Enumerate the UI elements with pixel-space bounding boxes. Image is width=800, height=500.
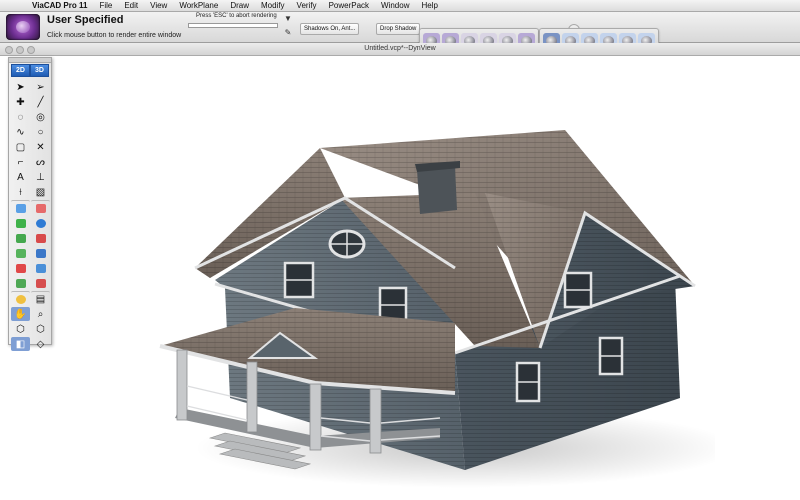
select-outline-arrow-icon[interactable]: ➢ bbox=[31, 80, 50, 94]
spline-icon[interactable]: ᔕ bbox=[31, 155, 50, 169]
extrude-icon[interactable] bbox=[11, 216, 30, 230]
point-icon[interactable]: ✚ bbox=[11, 95, 30, 109]
ellipse-icon[interactable]: ◎ bbox=[31, 110, 50, 124]
hatch-icon[interactable]: ▧ bbox=[31, 185, 50, 199]
select-arrow-icon[interactable]: ➤ bbox=[11, 80, 30, 94]
render-camera-icon[interactable] bbox=[6, 14, 40, 40]
menu-draw[interactable]: Draw bbox=[224, 0, 255, 11]
menu-file[interactable]: File bbox=[93, 0, 118, 11]
leader-icon[interactable]: ⟊ bbox=[11, 185, 30, 199]
pan-hand-icon[interactable]: ✋ bbox=[11, 307, 30, 321]
tool-palette: 2D 3D ➤ ➢ ✚ ╱ ◌ ◎ ∿ ○ ▢ ✕ ⌐ ᔕ A ⊥ ⟊ ▧ ▤ … bbox=[8, 57, 52, 351]
collapse-arrow-icon[interactable]: ▼ bbox=[284, 14, 292, 26]
line-icon[interactable]: ╱ bbox=[31, 95, 50, 109]
app-menu[interactable]: ViaCAD Pro 11 bbox=[26, 0, 93, 11]
document-title: Untitled.vcp*--DynView bbox=[364, 45, 436, 52]
mode-3d-button[interactable]: 3D bbox=[30, 64, 49, 77]
sphere-icon[interactable] bbox=[31, 216, 50, 230]
menu-window[interactable]: Window bbox=[375, 0, 415, 11]
palette-grip[interactable] bbox=[9, 58, 51, 63]
menu-modify[interactable]: Modify bbox=[255, 0, 291, 11]
render-mode-title: User Specified bbox=[47, 14, 124, 26]
menu-workplane[interactable]: WorkPlane bbox=[173, 0, 224, 11]
render-hint: Click mouse button to render entire wind… bbox=[47, 32, 182, 39]
chamfer-icon[interactable] bbox=[31, 261, 50, 275]
loft-icon[interactable] bbox=[11, 246, 30, 260]
arc-icon[interactable]: ◌ bbox=[11, 110, 30, 124]
menu-verify[interactable]: Verify bbox=[291, 0, 323, 11]
split-icon[interactable] bbox=[31, 276, 50, 290]
3d-viewport[interactable] bbox=[0, 56, 800, 500]
wireframe-view-icon[interactable]: ◇ bbox=[31, 337, 50, 351]
render-progress-bar bbox=[188, 23, 278, 28]
shadows-dropdown[interactable]: Shadows On, Ant... bbox=[300, 23, 360, 35]
render-toolbar: User Specified Click mouse button to ren… bbox=[0, 12, 800, 54]
dimension-icon[interactable]: ⊥ bbox=[31, 170, 50, 184]
fillet-icon[interactable]: ⌐ bbox=[11, 155, 30, 169]
render-light-icon[interactable] bbox=[11, 291, 30, 306]
trim-icon[interactable]: ✕ bbox=[31, 140, 50, 154]
menu-edit[interactable]: Edit bbox=[118, 0, 144, 11]
text-tool-icon[interactable]: A bbox=[11, 170, 30, 184]
workplane-icon[interactable] bbox=[11, 200, 30, 215]
blend-icon[interactable] bbox=[11, 276, 30, 290]
shell-icon[interactable] bbox=[11, 261, 30, 275]
curve-icon[interactable]: ∿ bbox=[11, 125, 30, 139]
house-model bbox=[159, 130, 715, 488]
circle-icon[interactable]: ○ bbox=[31, 125, 50, 139]
workplane-options-icon[interactable] bbox=[31, 200, 50, 215]
box-icon[interactable] bbox=[31, 246, 50, 260]
menu-powerpack[interactable]: PowerPack bbox=[323, 0, 375, 11]
boolean-icon[interactable] bbox=[31, 231, 50, 245]
layout-icon[interactable]: ▤ bbox=[31, 291, 50, 306]
shaded-view-icon[interactable]: ◧ bbox=[11, 337, 30, 351]
document-title-bar: Untitled.vcp*--DynView bbox=[0, 43, 800, 56]
abort-hint: Press 'ESC' to abort rendering bbox=[196, 13, 277, 19]
mode-2d-button[interactable]: 2D bbox=[11, 64, 30, 77]
revolve-icon[interactable] bbox=[11, 231, 30, 245]
zoom-icon[interactable]: ⌕ bbox=[31, 307, 50, 321]
menu-help[interactable]: Help bbox=[415, 0, 443, 11]
drop-shadow-dropdown[interactable]: Drop Shadow bbox=[376, 23, 421, 35]
pencil-icon[interactable]: ✎ bbox=[284, 28, 292, 40]
rectangle-icon[interactable]: ▢ bbox=[11, 140, 30, 154]
view-cubes-icon[interactable]: ⬡ bbox=[31, 322, 50, 336]
menu-bar: ViaCAD Pro 11 File Edit View WorkPlane D… bbox=[0, 0, 800, 12]
menu-view[interactable]: View bbox=[144, 0, 173, 11]
view-cube-icon[interactable]: ⬡ bbox=[11, 322, 30, 336]
